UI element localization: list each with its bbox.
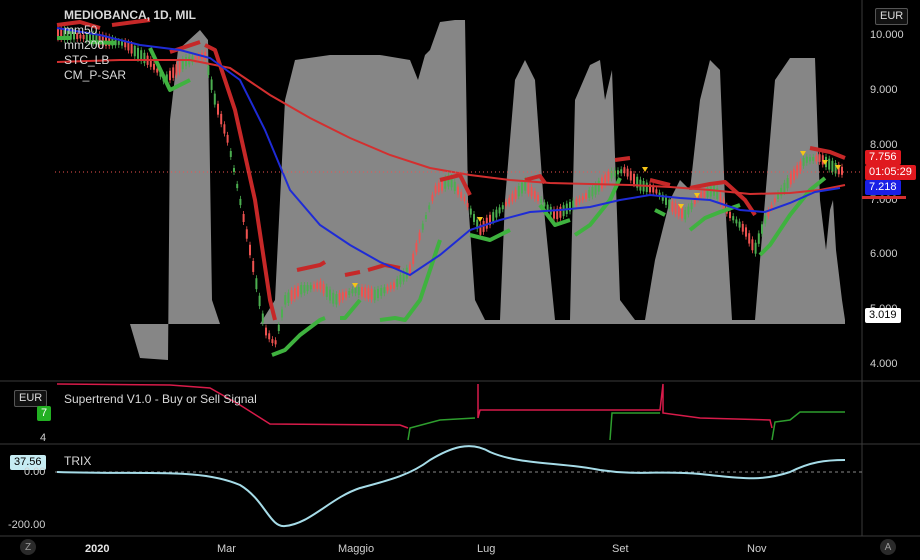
supertrend-value-tag: 7 [37, 406, 52, 421]
time-label-year: 2020 [85, 543, 110, 555]
main-legend: MEDIOBANCA, 1D, MIL mm50 mm200 STC_LB CM… [64, 8, 196, 83]
time-label-nov: Nov [747, 543, 767, 555]
price-tick: 4.000 [870, 358, 898, 370]
last-price-tag: 7.756 [865, 150, 901, 165]
indicator-label-mm200[interactable]: mm200 [64, 38, 196, 53]
trix-tick: 0.00 [24, 466, 46, 478]
chart-canvas[interactable] [0, 0, 920, 560]
indicator-label-mm50[interactable]: mm50 [64, 23, 196, 38]
sell-signal-marker [642, 167, 648, 172]
stc-value-tag: 3.019 [865, 308, 901, 323]
supertrend-legend[interactable]: Supertrend V1.0 - Buy or Sell Signal [64, 392, 257, 407]
bar-countdown-tag: 01:05:29 [865, 165, 916, 180]
supertrend-buy-line [407, 411, 845, 441]
trix-line [56, 445, 846, 528]
price-tick: 9.000 [870, 84, 898, 96]
trix-legend[interactable]: TRIX [64, 454, 91, 469]
price-tick: 10.000 [870, 29, 904, 41]
trix-tick: -200.00 [8, 519, 46, 531]
mm200-price-marker [862, 196, 906, 199]
time-label-maggio: Maggio [338, 543, 375, 555]
supertrend-currency-button[interactable]: EUR [14, 390, 48, 407]
indicator-label-psar[interactable]: CM_P-SAR [64, 68, 196, 83]
indicator-label-stc[interactable]: STC_LB [64, 53, 196, 68]
price-tick: 6.000 [870, 248, 898, 260]
auto-scale-button[interactable]: A [880, 539, 896, 555]
supertrend-tick: 4 [40, 432, 47, 444]
time-label-set: Set [612, 543, 629, 555]
time-label-mar: Mar [217, 543, 236, 555]
currency-button[interactable]: EUR [875, 8, 909, 25]
mm50-price-tag: 7.218 [865, 180, 901, 195]
zoom-reset-button[interactable]: Z [20, 539, 36, 555]
symbol-title[interactable]: MEDIOBANCA, 1D, MIL [64, 8, 196, 23]
time-label-lug: Lug [477, 543, 496, 555]
